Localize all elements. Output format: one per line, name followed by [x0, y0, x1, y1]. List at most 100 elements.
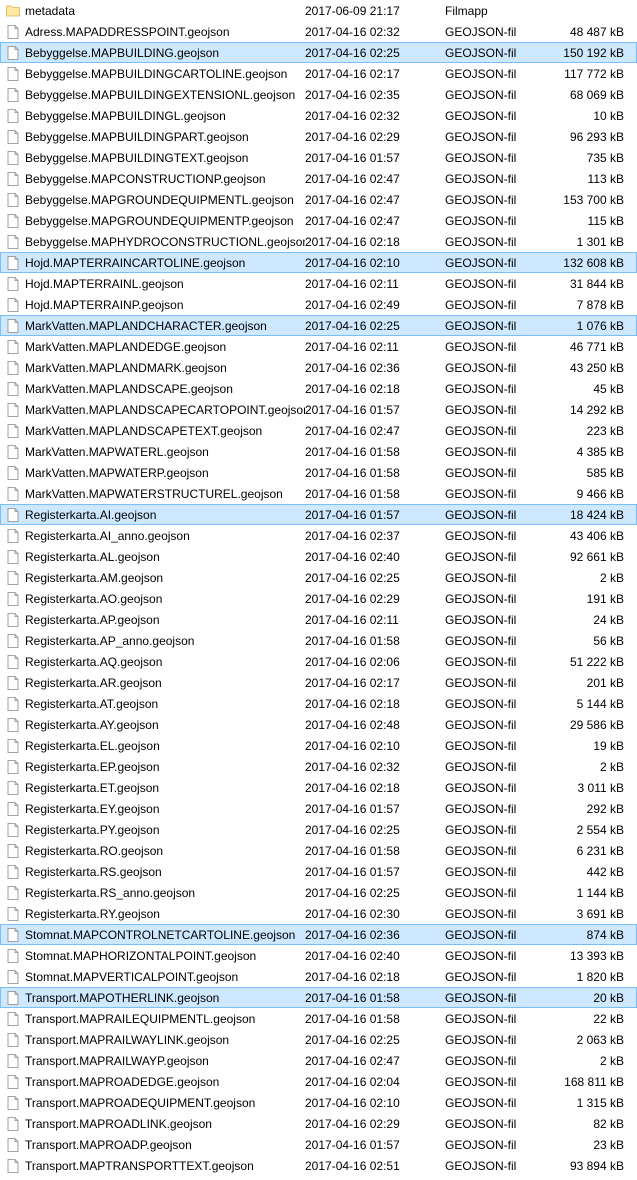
- file-row[interactable]: Registerkarta.AY.geojson2017-04-16 02:48…: [0, 714, 637, 735]
- file-size: 18 424 kB: [545, 508, 632, 522]
- file-row[interactable]: Registerkarta.AP_anno.geojson2017-04-16 …: [0, 630, 637, 651]
- file-row[interactable]: Transport.MAPROADEDGE.geojson2017-04-16 …: [0, 1071, 637, 1092]
- file-row[interactable]: Registerkarta.AT.geojson2017-04-16 02:18…: [0, 693, 637, 714]
- file-date: 2017-04-16 02:30: [305, 907, 445, 921]
- file-row[interactable]: Registerkarta.AQ.geojson2017-04-16 02:06…: [0, 651, 637, 672]
- file-row[interactable]: MarkVatten.MAPWATERP.geojson2017-04-16 0…: [0, 462, 637, 483]
- file-list[interactable]: metadata2017-06-09 21:17FilmappAdress.MA…: [0, 0, 637, 1176]
- file-row[interactable]: Adress.MAPADDRESSPOINT.geojson2017-04-16…: [0, 21, 637, 42]
- file-row[interactable]: Bebyggelse.MAPBUILDINGTEXT.geojson2017-0…: [0, 147, 637, 168]
- file-size: 2 063 kB: [545, 1033, 632, 1047]
- file-row[interactable]: Transport.MAPRAILEQUIPMENTL.geojson2017-…: [0, 1008, 637, 1029]
- file-date: 2017-04-16 01:57: [305, 865, 445, 879]
- file-type: GEOJSON-fil: [445, 403, 545, 417]
- file-size: 51 222 kB: [545, 655, 632, 669]
- file-row[interactable]: Bebyggelse.MAPBUILDINGL.geojson2017-04-1…: [0, 105, 637, 126]
- file-row[interactable]: Hojd.MAPTERRAINP.geojson2017-04-16 02:49…: [0, 294, 637, 315]
- file-date: 2017-04-16 02:29: [305, 592, 445, 606]
- file-size: 93 894 kB: [545, 1159, 632, 1173]
- file-type: GEOJSON-fil: [445, 319, 545, 333]
- file-row[interactable]: MarkVatten.MAPLANDSCAPE.geojson2017-04-1…: [0, 378, 637, 399]
- file-name: Bebyggelse.MAPBUILDING.geojson: [25, 46, 219, 60]
- file-row[interactable]: Registerkarta.RO.geojson2017-04-16 01:58…: [0, 840, 637, 861]
- file-row[interactable]: Bebyggelse.MAPBUILDINGPART.geojson2017-0…: [0, 126, 637, 147]
- file-date: 2017-04-16 01:57: [305, 151, 445, 165]
- file-row[interactable]: Transport.MAPROADEQUIPMENT.geojson2017-0…: [0, 1092, 637, 1113]
- file-row[interactable]: Bebyggelse.MAPBUILDING.geojson2017-04-16…: [0, 42, 637, 63]
- file-row[interactable]: Transport.MAPROADP.geojson2017-04-16 01:…: [0, 1134, 637, 1155]
- file-icon: [5, 759, 21, 775]
- file-date: 2017-04-16 01:57: [305, 508, 445, 522]
- file-row[interactable]: Registerkarta.EY.geojson2017-04-16 01:57…: [0, 798, 637, 819]
- file-name: Registerkarta.AP_anno.geojson: [25, 634, 194, 648]
- file-row[interactable]: Transport.MAPROADLINK.geojson2017-04-16 …: [0, 1113, 637, 1134]
- file-row[interactable]: Registerkarta.AM.geojson2017-04-16 02:25…: [0, 567, 637, 588]
- file-icon: [5, 1158, 21, 1174]
- file-size: 1 315 kB: [545, 1096, 632, 1110]
- file-type: GEOJSON-fil: [445, 1117, 545, 1131]
- file-row[interactable]: Registerkarta.AI_anno.geojson 2017-04-16 …: [0, 525, 637, 546]
- file-row[interactable]: Registerkarta.ET.geojson2017-04-16 02:18…: [0, 777, 637, 798]
- file-name: Registerkarta.AR.geojson: [25, 676, 162, 690]
- file-row[interactable]: metadata2017-06-09 21:17Filmapp: [0, 0, 637, 21]
- file-type: GEOJSON-fil: [445, 445, 545, 459]
- file-row[interactable]: Transport.MAPTRANSPORTTEXT.geojson2017-0…: [0, 1155, 637, 1176]
- file-row[interactable]: Registerkarta.AL.geojson2017-04-16 02:40…: [0, 546, 637, 567]
- file-row[interactable]: Hojd.MAPTERRAINL.geojson2017-04-16 02:11…: [0, 273, 637, 294]
- file-row[interactable]: Registerkarta.EL.geojson2017-04-16 02:10…: [0, 735, 637, 756]
- file-row[interactable]: Registerkarta.AP.geojson2017-04-16 02:11…: [0, 609, 637, 630]
- file-type: GEOJSON-fil: [445, 613, 545, 627]
- file-icon: [5, 465, 21, 481]
- file-row[interactable]: MarkVatten.MAPWATERL.geojson2017-04-16 0…: [0, 441, 637, 462]
- file-row[interactable]: Bebyggelse.MAPGROUNDEQUIPMENTL.geojson20…: [0, 189, 637, 210]
- file-row[interactable]: MarkVatten.MAPWATERSTRUCTUREL.geojson201…: [0, 483, 637, 504]
- file-row[interactable]: Hojd.MAPTERRAINCARTOLINE.geojson2017-04-…: [0, 252, 637, 273]
- file-name: Stomnat.MAPVERTICALPOINT.geojson: [25, 970, 238, 984]
- file-row[interactable]: MarkVatten.MAPLANDSCAPECARTOPOINT.geojso…: [0, 399, 637, 420]
- file-row[interactable]: Bebyggelse.MAPHYDROCONSTRUCTIONL.geojson…: [0, 231, 637, 252]
- file-type: GEOJSON-fil: [445, 25, 545, 39]
- file-icon: [5, 969, 21, 985]
- file-row[interactable]: Transport.MAPOTHERLINK.geojson2017-04-16…: [0, 987, 637, 1008]
- file-row[interactable]: MarkVatten.MAPLANDEDGE.geojson2017-04-16…: [0, 336, 637, 357]
- file-name: MarkVatten.MAPLANDCHARACTER.geojson: [25, 319, 267, 333]
- file-row[interactable]: Registerkarta.RS_anno.geojson2017-04-16 …: [0, 882, 637, 903]
- file-row[interactable]: Stomnat.MAPHORIZONTALPOINT.geojson2017-0…: [0, 945, 637, 966]
- file-row[interactable]: Registerkarta.RY.geojson 2017-04-16 02:30…: [0, 903, 637, 924]
- file-row[interactable]: Registerkarta.AI.geojson2017-04-16 01:57…: [0, 504, 637, 525]
- file-icon: [5, 738, 21, 754]
- file-icon: [5, 1053, 21, 1069]
- file-name: Hojd.MAPTERRAINCARTOLINE.geojson: [25, 256, 245, 270]
- file-name: Stomnat.MAPCONTROLNETCARTOLINE.geojson: [25, 928, 295, 942]
- file-size: 7 878 kB: [545, 298, 632, 312]
- file-date: 2017-04-16 02:37: [305, 529, 445, 543]
- file-row[interactable]: Stomnat.MAPCONTROLNETCARTOLINE.geojson20…: [0, 924, 637, 945]
- file-row[interactable]: Bebyggelse.MAPCONSTRUCTIONP.geojson2017-…: [0, 168, 637, 189]
- file-row[interactable]: Registerkarta.AO.geojson2017-04-16 02:29…: [0, 588, 637, 609]
- file-row[interactable]: Bebyggelse.MAPGROUNDEQUIPMENTP.geojson20…: [0, 210, 637, 231]
- file-type: GEOJSON-fil: [445, 718, 545, 732]
- file-row[interactable]: Registerkarta.RS.geojson2017-04-16 01:57…: [0, 861, 637, 882]
- file-name: MarkVatten.MAPWATERL.geojson: [25, 445, 209, 459]
- file-row[interactable]: MarkVatten.MAPLANDMARK.geojson2017-04-16…: [0, 357, 637, 378]
- file-icon: [5, 1074, 21, 1090]
- file-type: GEOJSON-fil: [445, 172, 545, 186]
- file-row[interactable]: Transport.MAPRAILWAYP.geojson2017-04-16 …: [0, 1050, 637, 1071]
- file-row[interactable]: Transport.MAPRAILWAYLINK.geojson2017-04-…: [0, 1029, 637, 1050]
- file-name: Registerkarta.AI_anno.geojson: [25, 529, 190, 543]
- file-date: 2017-04-16 02:17: [305, 676, 445, 690]
- file-name: Registerkarta.RY.geojson: [25, 907, 160, 921]
- file-date: 2017-04-16 02:25: [305, 319, 445, 333]
- file-row[interactable]: MarkVatten.MAPLANDCHARACTER.geojson 2017-…: [0, 315, 637, 336]
- file-type: GEOJSON-fil: [445, 361, 545, 375]
- file-row[interactable]: Registerkarta.EP.geojson2017-04-16 02:32…: [0, 756, 637, 777]
- file-row[interactable]: Registerkarta.PY.geojson2017-04-16 02:25…: [0, 819, 637, 840]
- file-name: Transport.MAPRAILEQUIPMENTL.geojson: [25, 1012, 255, 1026]
- file-row[interactable]: MarkVatten.MAPLANDSCAPETEXT.geojson2017-…: [0, 420, 637, 441]
- file-icon: [5, 423, 21, 439]
- file-row[interactable]: Registerkarta.AR.geojson 2017-04-16 02:17…: [0, 672, 637, 693]
- file-row[interactable]: Bebyggelse.MAPBUILDINGEXTENSIONL.geojson…: [0, 84, 637, 105]
- file-row[interactable]: Bebyggelse.MAPBUILDINGCARTOLINE.geojson2…: [0, 63, 637, 84]
- file-size: 96 293 kB: [545, 130, 632, 144]
- file-row[interactable]: Stomnat.MAPVERTICALPOINT.geojson2017-04-…: [0, 966, 637, 987]
